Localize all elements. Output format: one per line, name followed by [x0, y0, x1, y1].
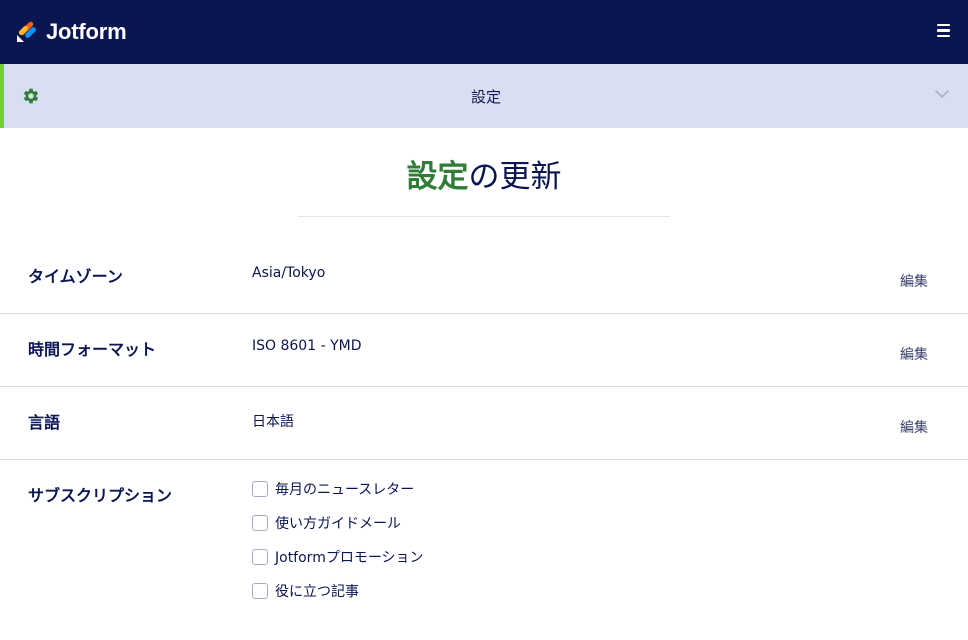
newsletter-label: 毎月のニュースレター — [275, 482, 415, 498]
jotform-logo-icon — [17, 21, 36, 42]
title-divider — [298, 216, 670, 217]
top-header: Jotform — [0, 0, 968, 64]
newsletter-checkbox[interactable] — [252, 481, 268, 497]
guide-emails-label: 使い方ガイドメール — [275, 516, 401, 532]
setting-row-subscriptions: サブスクリプション — [0, 460, 968, 640]
timezone-edit-link[interactable]: 編集 — [900, 271, 928, 291]
setting-row-timezone: タイムゾーン Asia/Tokyo 編集 — [0, 241, 968, 314]
promotions-checkbox[interactable] — [252, 549, 268, 565]
subscription-item-guide-emails[interactable]: 使い方ガイドメール — [252, 514, 401, 532]
setting-row-time-format: 時間フォーマット ISO 8601 - YMD 編集 — [0, 314, 968, 387]
language-value: 日本語 — [252, 414, 294, 430]
articles-checkbox[interactable] — [252, 583, 268, 599]
time-format-edit-link[interactable]: 編集 — [900, 344, 928, 364]
setting-row-language: 言語 日本語 編集 — [0, 387, 968, 460]
page-title: 設定の更新 — [0, 151, 968, 196]
promotions-label: Jotformプロモーション — [275, 550, 424, 566]
timezone-label: タイムゾーン — [28, 267, 123, 286]
timezone-value: Asia/Tokyo — [252, 265, 326, 281]
guide-emails-checkbox[interactable] — [252, 515, 268, 531]
settings-accordion-header[interactable]: 設定 — [0, 64, 968, 128]
language-label: 言語 — [28, 413, 61, 432]
subscriptions-label: サブスクリプション — [28, 486, 173, 505]
articles-label: 役に立つ記事 — [275, 584, 359, 600]
subscription-item-promotions[interactable]: Jotformプロモーション — [252, 548, 424, 566]
page-title-rest: の更新 — [468, 159, 562, 195]
page-title-highlight: 設定 — [406, 159, 469, 195]
subscription-item-newsletter[interactable]: 毎月のニュースレター — [252, 480, 414, 498]
logo-text: Jotform — [46, 19, 127, 44]
settings-bar-title: 設定 — [470, 88, 501, 106]
subscription-item-articles[interactable]: 役に立つ記事 — [252, 582, 359, 600]
language-edit-link[interactable]: 編集 — [900, 417, 928, 437]
chevron-down-icon[interactable] — [934, 88, 950, 100]
jotform-logo[interactable]: Jotform — [16, 19, 127, 45]
time-format-value: ISO 8601 - YMD — [252, 338, 362, 354]
time-format-label: 時間フォーマット — [28, 340, 157, 359]
hamburger-menu-icon[interactable] — [937, 24, 950, 38]
